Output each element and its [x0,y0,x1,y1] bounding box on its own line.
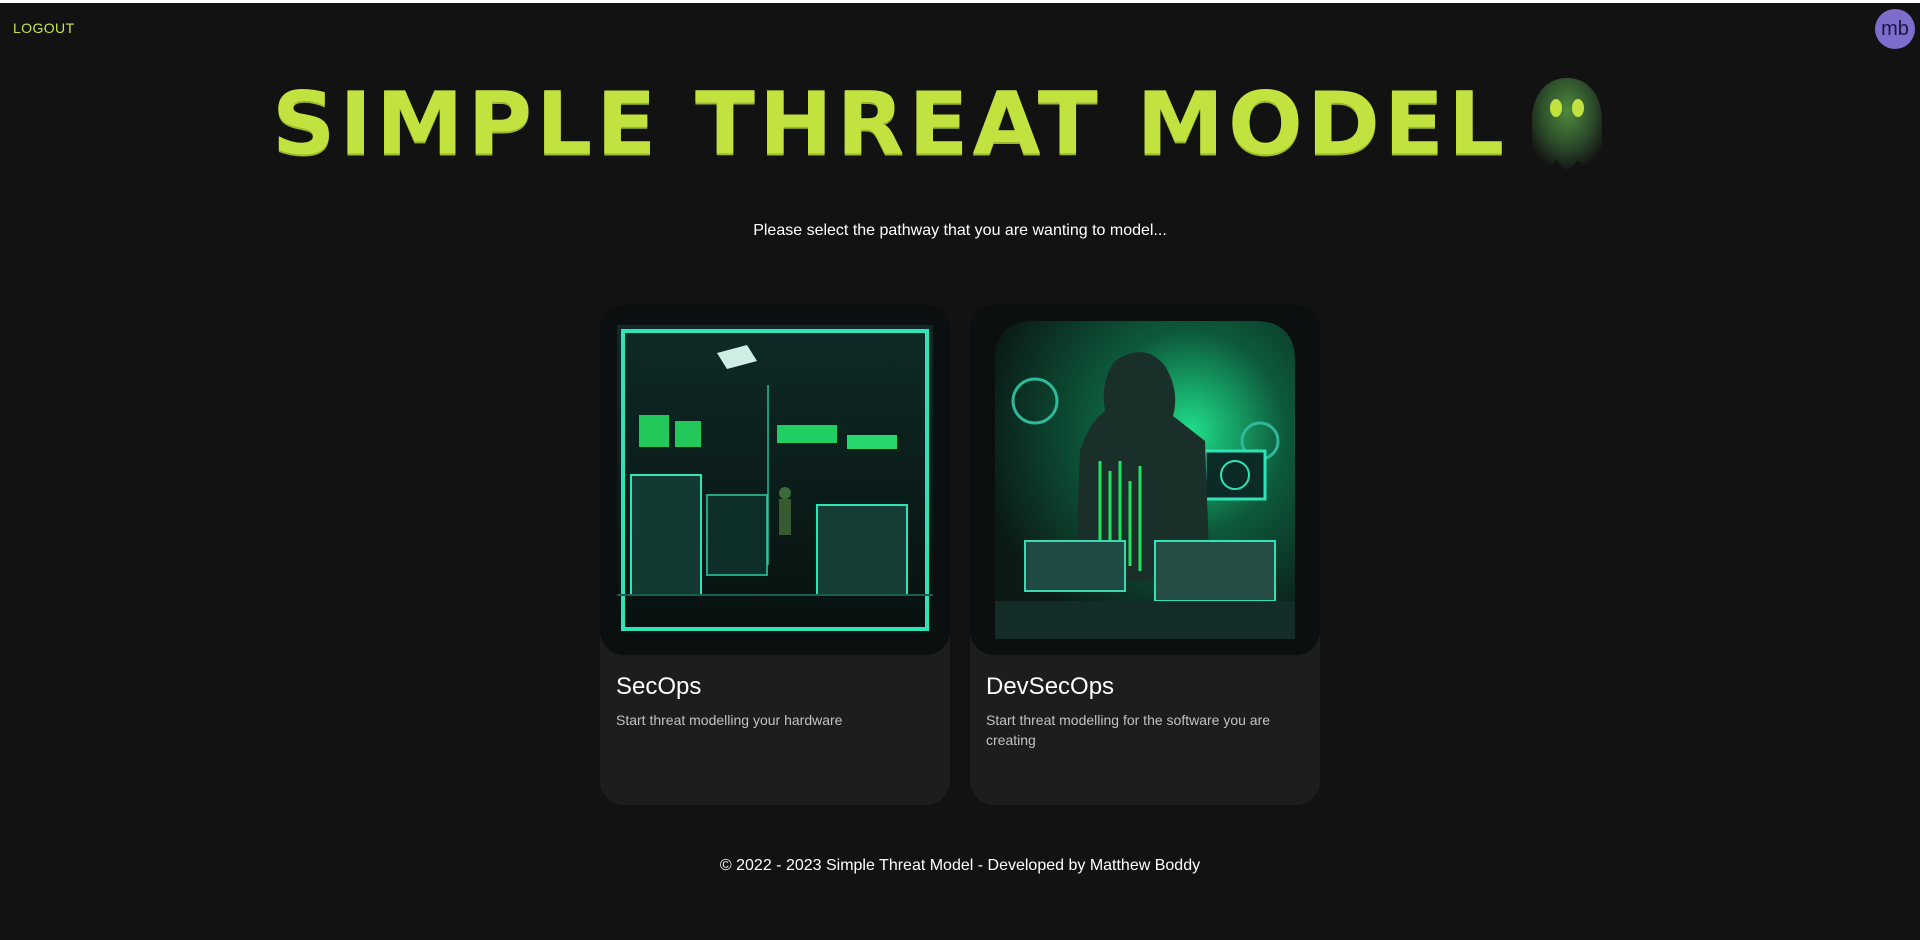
server-room-illustration-icon [617,325,933,635]
app-header: SIMPLE THREAT MODEL [0,69,1920,179]
app-title: SIMPLE THREAT MODEL [271,73,1509,174]
pathway-prompt: Please select the pathway that you are w… [753,222,1167,239]
secops-card[interactable]: SecOps Start threat modelling your hardw… [600,305,950,805]
page: LOGOUT mb SIMPLE THREAT MODEL Please sel… [0,0,1920,940]
ghost-icon [1532,78,1603,172]
footer-copyright: © 2022 - 2023 Simple Threat Model - Deve… [719,857,1201,874]
secops-image [600,305,950,655]
user-avatar[interactable]: mb [1875,9,1915,49]
devsecops-title: DevSecOps [986,673,1115,700]
hooded-hacker-illustration-icon [995,321,1295,639]
pathway-cards: SecOps Start threat modelling your hardw… [600,305,1320,805]
devsecops-description: Start threat modelling for the software … [986,712,1271,748]
logout-button[interactable]: LOGOUT [13,20,75,36]
secops-description: Start threat modelling your hardware [616,712,843,728]
devsecops-image [970,305,1320,655]
secops-title: SecOps [616,673,702,700]
devsecops-card[interactable]: DevSecOps Start threat modelling for the… [970,305,1320,805]
